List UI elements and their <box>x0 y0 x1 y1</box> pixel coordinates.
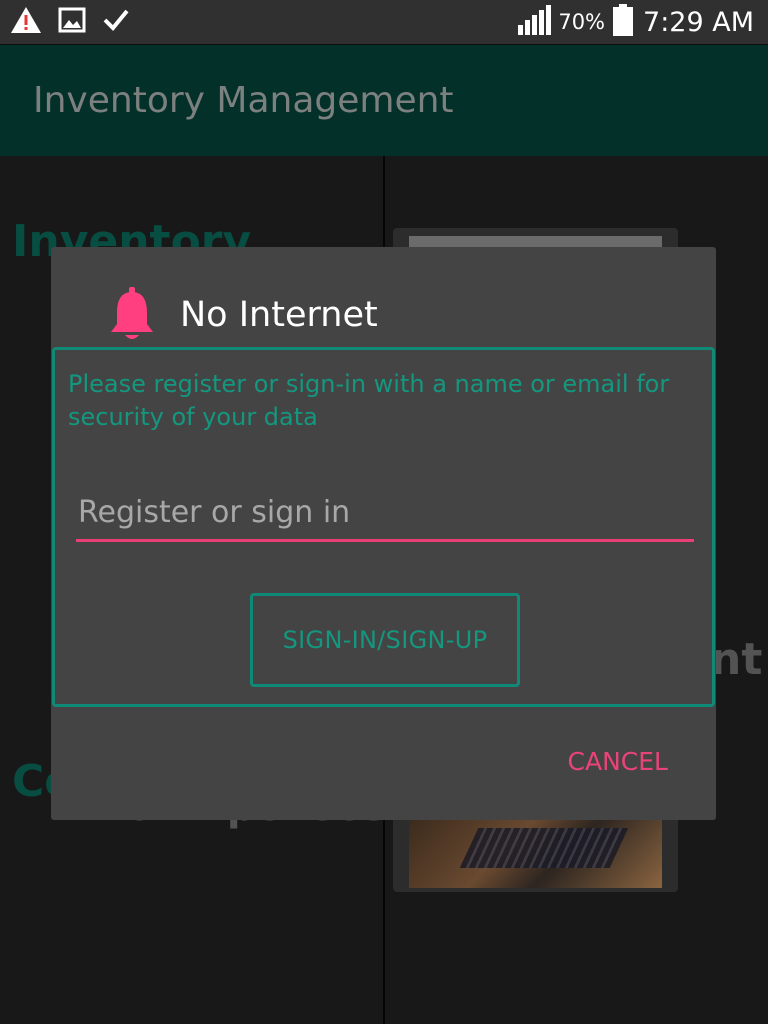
clock: 7:29 AM <box>643 6 754 38</box>
image-icon <box>58 6 86 38</box>
laptop-image <box>409 816 662 888</box>
battery-percent: 70% <box>558 10 606 34</box>
app-bar: Inventory Management <box>0 44 768 156</box>
status-bar: 70% 7:29 AM <box>0 0 768 44</box>
dialog-message: Please register or sign-in with a name o… <box>68 370 670 431</box>
cancel-button[interactable]: CANCEL <box>568 747 668 776</box>
battery-icon <box>613 4 634 40</box>
dialog-title: No Internet <box>180 295 378 335</box>
status-bar-system: 70% 7:29 AM <box>518 4 768 40</box>
register-signin-input[interactable] <box>76 486 694 542</box>
app-title: Inventory Management <box>33 80 454 121</box>
warning-icon <box>10 6 42 38</box>
screen: 70% 7:29 AM Inventory Management Invento… <box>0 0 768 1024</box>
check-icon <box>102 7 130 37</box>
dashboard-tile-partial-label: nt <box>710 634 763 685</box>
laptop-keyboard <box>459 828 629 868</box>
bell-icon <box>109 287 155 343</box>
signal-icon <box>518 5 552 39</box>
dialog-header: No Internet <box>109 287 378 343</box>
status-bar-notifications <box>0 6 130 38</box>
dashboard-card-laptop-image <box>393 816 678 892</box>
sign-in-sign-up-button[interactable]: SIGN-IN/SIGN-UP <box>250 593 520 687</box>
no-internet-dialog: No Internet Please register or sign-in w… <box>51 247 716 820</box>
dialog-content-box: Please register or sign-in with a name o… <box>52 347 715 707</box>
